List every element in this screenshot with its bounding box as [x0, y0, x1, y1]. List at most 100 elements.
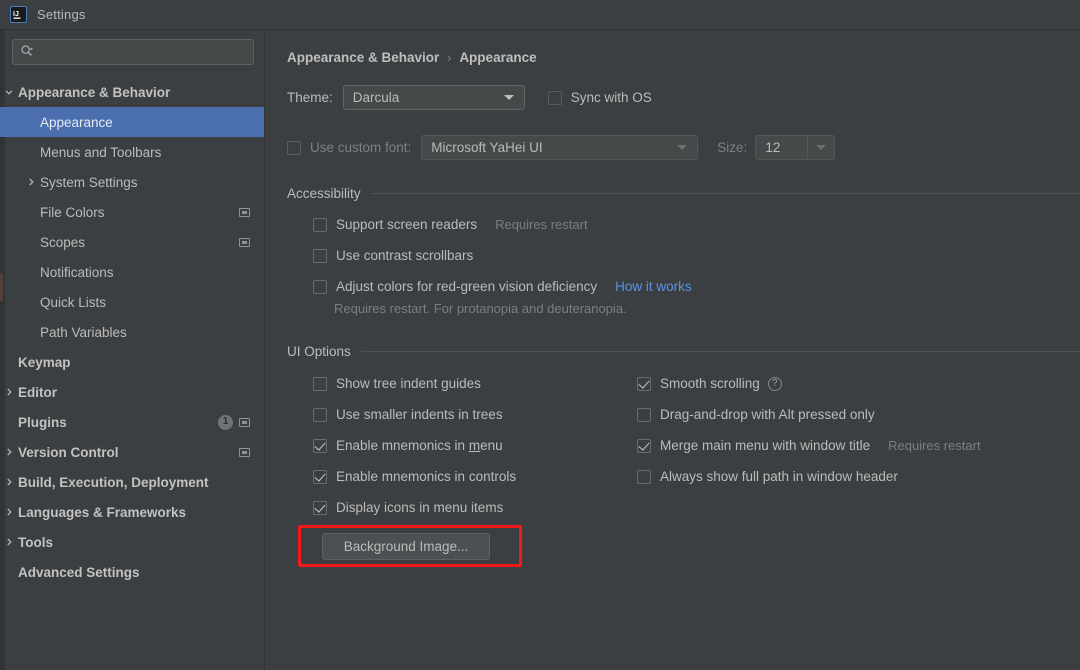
chevron-right-icon[interactable]	[22, 177, 40, 187]
use-custom-font-row[interactable]: Use custom font:	[287, 140, 411, 155]
accessibility-option-checkbox[interactable]	[313, 217, 327, 232]
accessibility-option-checkbox[interactable]	[313, 248, 327, 263]
ui-option-row[interactable]: Display icons in menu items	[313, 500, 627, 515]
use-custom-font-label: Use custom font:	[310, 140, 412, 155]
project-settings-icon	[239, 447, 250, 457]
sidebar-item-plugins[interactable]: Plugins 1	[0, 407, 264, 437]
ui-option-label: Use smaller indents in trees	[336, 407, 503, 422]
ui-option-row[interactable]: Enable mnemonics in menu	[313, 438, 627, 453]
project-settings-icon	[239, 237, 250, 247]
custom-font-select[interactable]: Microsoft YaHei UI	[421, 135, 699, 160]
sidebar-item-label: Notifications	[40, 264, 114, 280]
accessibility-option-row[interactable]: Adjust colors for red-green vision defic…	[313, 279, 1080, 294]
chevron-right-icon[interactable]	[0, 537, 18, 547]
accessibility-note: Requires restart. For protanopia and deu…	[334, 301, 627, 316]
sidebar-item-path-variables[interactable]: Path Variables	[0, 317, 264, 347]
accessibility-options: Support screen readers Requires restart Us…	[287, 217, 1080, 294]
chevron-right-icon[interactable]	[0, 477, 18, 487]
sidebar-item-label: Appearance & Behavior	[18, 84, 171, 100]
search-icon	[20, 44, 34, 61]
ui-option-checkbox[interactable]	[313, 376, 327, 391]
accessibility-option-checkbox[interactable]	[313, 279, 327, 294]
help-icon[interactable]: ?	[767, 376, 782, 391]
ui-option-row[interactable]: Drag-and-drop with Alt pressed only	[637, 407, 981, 422]
window-title: Settings	[37, 7, 86, 22]
sync-with-os-checkbox[interactable]	[547, 90, 562, 105]
how-it-works-link[interactable]: How it works	[615, 279, 692, 294]
sidebar-item-editor[interactable]: Editor	[0, 377, 264, 407]
sidebar-item-appearance[interactable]: Appearance	[0, 107, 264, 137]
background-image-button[interactable]: Background Image...	[322, 533, 490, 560]
intellij-idea-logo-icon: IJ	[10, 6, 27, 23]
accessibility-option-row[interactable]: Support screen readers Requires restart	[313, 217, 1080, 232]
chevron-right-icon[interactable]	[0, 387, 18, 397]
sidebar-item-label: Version Control	[18, 444, 119, 460]
section-divider	[370, 193, 1080, 194]
sync-with-os-row[interactable]: Sync with OS	[547, 90, 652, 105]
ui-option-checkbox[interactable]	[637, 407, 651, 422]
dialog-body: Appearance & Behavior Appearance Menus and…	[0, 30, 1080, 670]
sidebar-item-indicators: 1	[218, 414, 250, 430]
sidebar-item-indicators	[239, 207, 250, 217]
ui-option-row[interactable]: Always show full path in window header	[637, 469, 981, 484]
sidebar-item-tools[interactable]: Tools	[0, 527, 264, 557]
sidebar-item-languages-frameworks[interactable]: Languages & Frameworks	[0, 497, 264, 527]
sidebar-item-file-colors[interactable]: File Colors	[0, 197, 264, 227]
ui-option-checkbox[interactable]	[313, 469, 327, 484]
font-size-select[interactable]: 12	[755, 135, 836, 160]
theme-select[interactable]: Darcula	[342, 85, 525, 110]
ui-options-section-header: UI Options	[287, 344, 1080, 359]
sidebar-item-notifications[interactable]: Notifications	[0, 257, 264, 287]
settings-content-pane: Appearance & Behavior › Appearance Theme…	[265, 30, 1080, 670]
ui-options-right-column: Smooth scrolling? Drag-and-drop with Alt …	[627, 376, 981, 515]
sidebar-item-label: Appearance	[40, 114, 113, 130]
accessibility-option-row[interactable]: Use contrast scrollbars	[313, 248, 1080, 263]
sidebar-item-version-control[interactable]: Version Control	[0, 437, 264, 467]
project-settings-icon	[239, 417, 250, 427]
sidebar-item-scopes[interactable]: Scopes	[0, 227, 264, 257]
sidebar-item-quick-lists[interactable]: Quick Lists	[0, 287, 264, 317]
ui-option-label: Show tree indent guides	[336, 376, 481, 391]
ui-option-checkbox[interactable]	[637, 438, 651, 453]
ui-option-label: Merge main menu with window title	[660, 438, 871, 453]
ui-option-checkbox[interactable]	[313, 407, 327, 422]
ui-options-section-title: UI Options	[287, 344, 351, 359]
sidebar-item-menus-and-toolbars[interactable]: Menus and Toolbars	[0, 137, 264, 167]
ui-option-checkbox[interactable]	[637, 376, 651, 391]
sidebar-item-appearance-behavior[interactable]: Appearance & Behavior	[0, 77, 264, 107]
breadcrumb-parent[interactable]: Appearance & Behavior	[287, 50, 439, 65]
ui-option-checkbox[interactable]	[637, 469, 651, 484]
sidebar-item-system-settings[interactable]: System Settings	[0, 167, 264, 197]
search-input[interactable]	[12, 39, 254, 65]
breadcrumb-separator-icon: ›	[447, 50, 452, 65]
search-area	[0, 30, 264, 71]
ui-option-label: Always show full path in window header	[660, 469, 898, 484]
sidebar-item-build-execution-deployment[interactable]: Build, Execution, Deployment	[0, 467, 264, 497]
ui-option-row[interactable]: Show tree indent guides	[313, 376, 627, 391]
sidebar-item-label: Advanced Settings	[18, 564, 140, 580]
chevron-down-icon	[807, 136, 834, 159]
ui-option-row[interactable]: Use smaller indents in trees	[313, 407, 627, 422]
ui-option-checkbox[interactable]	[313, 438, 327, 453]
sidebar-item-label: Scopes	[40, 234, 86, 250]
font-size-value: 12	[765, 140, 781, 155]
chevron-right-icon[interactable]	[0, 507, 18, 517]
custom-font-row: Use custom font: Microsoft YaHei UI Size…	[287, 135, 1080, 160]
chevron-down-icon[interactable]	[0, 87, 18, 97]
sidebar-item-advanced-settings[interactable]: Advanced Settings	[0, 557, 264, 587]
ui-option-row[interactable]: Merge main menu with window title Require…	[637, 438, 981, 453]
use-custom-font-checkbox[interactable]	[287, 140, 301, 155]
ui-option-row[interactable]: Smooth scrolling?	[637, 376, 981, 391]
ui-option-row[interactable]: Enable mnemonics in controls	[313, 469, 627, 484]
sidebar-item-label: Plugins	[18, 414, 67, 430]
ui-option-label: Display icons in menu items	[336, 500, 504, 515]
font-size-label: Size:	[717, 140, 748, 155]
accessibility-section-title: Accessibility	[287, 186, 361, 201]
settings-tree[interactable]: Appearance & Behavior Appearance Menus and…	[0, 71, 264, 587]
chevron-right-icon[interactable]	[0, 447, 18, 457]
requires-restart-hint: Requires restart	[888, 438, 981, 453]
sidebar-item-keymap[interactable]: Keymap	[0, 347, 264, 377]
settings-dialog: IJ Settings Appearance & Behavior Appear…	[0, 0, 1080, 670]
ui-option-checkbox[interactable]	[313, 500, 327, 515]
chevron-down-icon	[498, 95, 520, 100]
